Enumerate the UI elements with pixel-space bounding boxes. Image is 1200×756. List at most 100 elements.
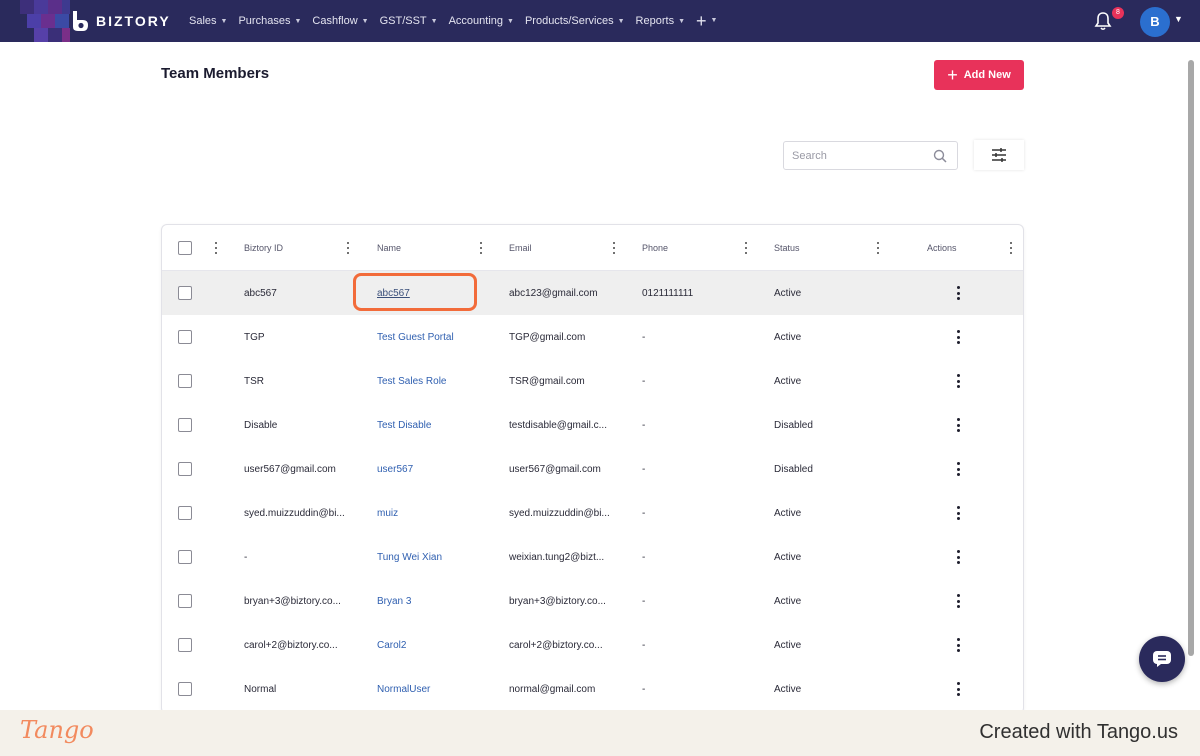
menu-label: GST/SST — [379, 15, 427, 27]
search-box — [783, 141, 958, 170]
cell-biztory-id: Disable — [244, 419, 278, 431]
row-actions-menu-icon[interactable] — [956, 594, 960, 608]
table-row[interactable]: - Tung Wei Xian weixian.tung2@bizt... - Acti… — [162, 535, 1023, 579]
cell-email: testdisable@gmail.c... — [509, 419, 607, 431]
row-checkbox[interactable] — [178, 330, 192, 344]
row-select-cell — [178, 623, 192, 667]
menu-products-services[interactable]: Products/Services ▼ — [525, 15, 625, 27]
cell-biztory-id: TGP — [244, 331, 265, 343]
row-checkbox[interactable] — [178, 418, 192, 432]
plus-icon: + — [696, 11, 707, 31]
table-row[interactable]: carol+2@biztory.co... Carol2 carol+2@bizto… — [162, 623, 1023, 667]
chevron-down-icon[interactable]: ▼ — [1174, 14, 1183, 24]
menu-gst-sst[interactable]: GST/SST ▼ — [380, 15, 438, 27]
brand-name: BIZTORY — [96, 13, 171, 29]
menu-purchases[interactable]: Purchases ▼ — [238, 15, 301, 27]
add-new-button[interactable]: + Add New — [934, 60, 1024, 90]
member-name-link[interactable]: Bryan 3 — [377, 596, 411, 607]
column-header-name[interactable]: Name — [377, 225, 401, 271]
chat-button[interactable] — [1139, 636, 1185, 682]
member-name-link[interactable]: Test Guest Portal — [377, 332, 454, 343]
column-menu-icon[interactable] — [744, 242, 748, 254]
menu-label: Products/Services — [524, 15, 614, 27]
table-row[interactable]: abc567 abc567 abc123@gmail.com 0121111111 Ac… — [162, 271, 1023, 315]
member-name-link[interactable]: Test Sales Role — [377, 376, 446, 387]
cell-name: Test Disable — [377, 403, 487, 447]
cell-biztory-id: Normal — [244, 683, 277, 695]
member-name-link[interactable]: Carol2 — [377, 640, 406, 651]
table-row[interactable]: Normal NormalUser normal@gmail.com - Active — [162, 667, 1023, 711]
row-select-cell — [178, 579, 192, 623]
row-checkbox[interactable] — [178, 374, 192, 388]
table-row[interactable]: TGP Test Guest Portal TGP@gmail.com - Active — [162, 315, 1023, 359]
cell-status: Active — [774, 287, 802, 299]
row-checkbox[interactable] — [178, 550, 192, 564]
search-input[interactable] — [784, 142, 924, 169]
row-select-cell — [178, 491, 192, 535]
cell-status: Disabled — [774, 419, 813, 431]
avatar[interactable]: B — [1140, 7, 1170, 37]
table-row[interactable]: user567@gmail.com user567 user567@gmail.co… — [162, 447, 1023, 491]
member-name-link[interactable]: NormalUser — [377, 684, 430, 695]
cell-biztory-id: user567@gmail.com — [244, 463, 336, 475]
quick-create-menu[interactable]: + ▼ — [696, 12, 717, 30]
row-checkbox[interactable] — [178, 506, 192, 520]
row-actions-menu-icon[interactable] — [956, 682, 960, 696]
chevron-down-icon: ▼ — [361, 17, 369, 25]
row-actions-menu-icon[interactable] — [956, 374, 960, 388]
row-actions-menu-icon[interactable] — [956, 330, 960, 344]
menu-sales[interactable]: Sales ▼ — [189, 15, 227, 27]
scrollbar-thumb[interactable] — [1188, 60, 1194, 656]
menu-accounting[interactable]: Accounting ▼ — [449, 15, 514, 27]
column-header-email[interactable]: Email — [509, 225, 532, 271]
row-actions-menu-icon[interactable] — [956, 286, 960, 300]
menu-cashflow[interactable]: Cashflow ▼ — [312, 15, 368, 27]
member-name-link[interactable]: Tung Wei Xian — [377, 552, 442, 563]
row-select-cell — [178, 535, 192, 579]
select-all-checkbox[interactable] — [178, 241, 192, 255]
member-name-link[interactable]: user567 — [377, 464, 413, 475]
row-checkbox[interactable] — [178, 462, 192, 476]
cell-email: weixian.tung2@bizt... — [509, 551, 605, 563]
column-menu-icon[interactable] — [346, 242, 350, 254]
row-actions-menu-icon[interactable] — [956, 638, 960, 652]
table-row[interactable]: bryan+3@biztory.co... Bryan 3 bryan+3@bizt… — [162, 579, 1023, 623]
column-menu-icon[interactable] — [214, 242, 218, 254]
row-checkbox[interactable] — [178, 682, 192, 696]
column-menu-icon[interactable] — [876, 242, 880, 254]
row-actions-menu-icon[interactable] — [956, 418, 960, 432]
brand-logo[interactable]: BIZTORY — [70, 10, 171, 32]
column-menu-icon[interactable] — [479, 242, 483, 254]
row-actions-menu-icon[interactable] — [956, 462, 960, 476]
main-menu: Sales ▼ Purchases ▼ Cashflow ▼ GST/SST ▼ Acc… — [189, 0, 717, 42]
table-row[interactable]: TSR Test Sales Role TSR@gmail.com - Active — [162, 359, 1023, 403]
row-checkbox[interactable] — [178, 286, 192, 300]
row-checkbox[interactable] — [178, 594, 192, 608]
column-menu-icon[interactable] — [1009, 242, 1013, 254]
cell-name: Tung Wei Xian — [377, 535, 487, 579]
bell-icon[interactable] — [1094, 11, 1112, 31]
menu-label: Sales — [189, 15, 217, 27]
member-name-link[interactable]: muiz — [377, 508, 398, 519]
table-row[interactable]: syed.muizzuddin@bi... muiz syed.muizzuddin… — [162, 491, 1023, 535]
chevron-down-icon: ▼ — [294, 17, 302, 25]
member-name-link[interactable]: Test Disable — [377, 420, 431, 431]
column-header-phone[interactable]: Phone — [642, 225, 668, 271]
cell-email: abc123@gmail.com — [509, 287, 598, 299]
column-menu-icon[interactable] — [612, 242, 616, 254]
row-actions-menu-icon[interactable] — [956, 506, 960, 520]
row-select-cell — [178, 271, 192, 315]
menu-reports[interactable]: Reports ▼ — [636, 15, 685, 27]
member-name-link[interactable]: abc567 — [377, 288, 410, 299]
table-row[interactable]: Disable Test Disable testdisable@gmail.c..… — [162, 403, 1023, 447]
row-actions-menu-icon[interactable] — [956, 550, 960, 564]
chevron-down-icon: ▼ — [507, 17, 514, 25]
menu-label: Cashflow — [312, 15, 358, 27]
column-header-biztory-id[interactable]: Biztory ID — [244, 225, 283, 271]
cell-phone: - — [642, 375, 646, 387]
column-header-status[interactable]: Status — [774, 225, 800, 271]
filter-settings-button[interactable] — [974, 140, 1024, 170]
row-checkbox[interactable] — [178, 638, 192, 652]
search-icon[interactable] — [933, 149, 947, 163]
cell-phone: - — [642, 551, 646, 563]
